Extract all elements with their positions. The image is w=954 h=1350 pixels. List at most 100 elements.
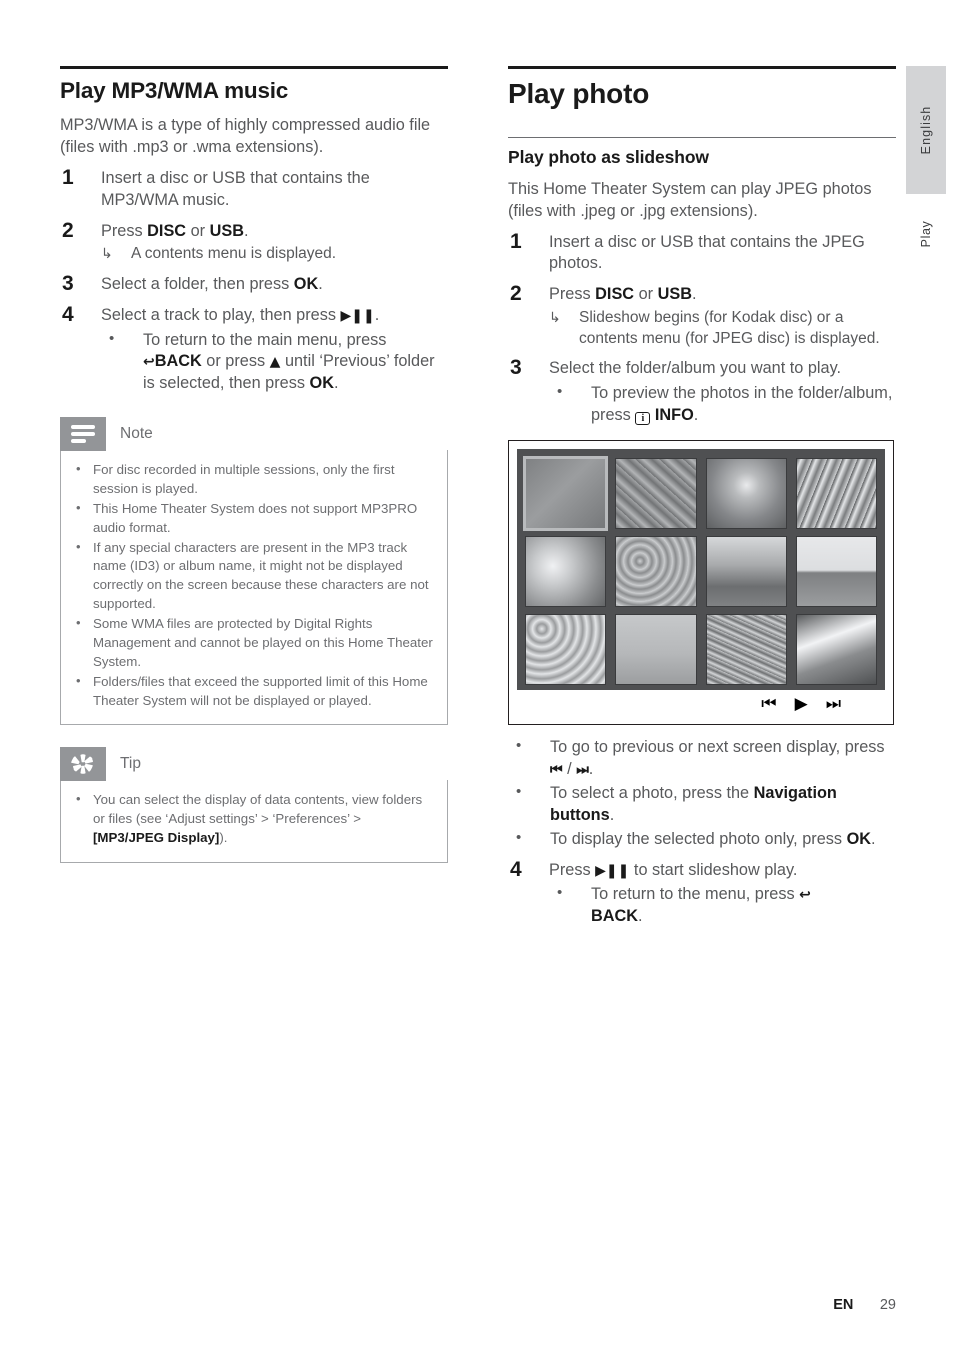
step-item: 2 Press DISC or USB. ↳ A contents menu i… [60,218,448,265]
left-steps-list: 1 Insert a disc or USB that contains the… [60,166,448,395]
thumbnail-item[interactable] [526,459,606,529]
footer-page-number: 29 [879,1297,896,1313]
sub-item: • To preview the photos in the folder/al… [557,382,893,425]
step-number: 4 [510,857,522,881]
key-label: DISC [147,221,187,240]
tip-icon-tab [60,747,106,782]
step-text: Press ▶❚❚ to start slideshow play. [549,860,798,879]
result-item: ↳ Slideshow begins (for Kodak disc) or a… [549,308,896,349]
result-item: ↳ A contents menu is displayed. [101,244,448,264]
asterisk-icon [71,754,93,775]
figure-notes-list: • To go to previous or next screen displ… [508,737,896,850]
key-label: OK [846,829,871,848]
bullet-icon: • [76,499,81,515]
previous-screen-button[interactable]: ⏮ [761,695,776,712]
bullet-icon: • [109,329,115,347]
step-item: 1 Insert a disc or USB that contains the… [508,229,896,276]
bullet-icon: • [76,672,81,688]
note-callout-header: Note [60,417,448,452]
back-arrow-icon: ↩ [799,887,811,904]
left-intro-paragraph: MP3/WMA is a type of highly compressed a… [60,116,431,157]
step-item: 4 Select a track to play, then press ▶❚❚… [60,302,448,395]
sub-item: • To return to the menu, press ↩ BACK. [557,884,811,926]
thumbnail-grid [526,459,876,685]
thumbnail-item[interactable] [796,459,876,529]
thumbnail-item[interactable] [526,537,606,607]
up-arrow-icon: ▲ [269,354,281,371]
right-column: Play photo Play photo as slideshow This … [508,66,896,928]
step-text: Select the folder/album you want to play… [549,358,842,377]
next-track-icon: ⏭ [576,762,589,779]
footer-language-code: EN [833,1297,854,1313]
thumbnail-item[interactable] [616,459,696,529]
section-tab: Play [906,194,946,274]
note-callout-body: • For disc recorded in multiple sessions,… [60,450,448,726]
next-screen-button[interactable]: ⏭ [826,695,841,712]
key-label: USB [209,221,244,240]
thumbnail-item[interactable] [526,615,606,685]
bullet-icon: • [557,884,563,902]
previous-track-icon: ⏮ [550,762,563,779]
bullet-icon: • [76,615,81,631]
bullet-icon: • [76,791,81,807]
left-column: Play MP3/WMA music MP3/WMA is a type of … [60,66,448,864]
tip-label: Tip [120,755,141,773]
step-sub-list: • To return to the menu, press ↩ BACK. [549,884,896,928]
tip-callout: Tip • You can select the display of data … [60,747,448,864]
section-tab-label: Play [919,220,933,248]
tip-callout-body: • You can select the display of data cont… [60,780,448,864]
language-tab: English [906,66,946,194]
note-icon-tab [60,417,106,452]
right-steps-list: 1 Insert a disc or USB that contains the… [508,229,896,427]
bullet-icon: • [516,737,522,755]
step-number: 2 [62,218,74,242]
tip-callout-header: Tip [60,747,448,782]
side-rail: English Play [906,66,946,274]
thumbnail-item[interactable] [616,537,696,607]
note-callout: Note • For disc recorded in multiple sess… [60,417,448,726]
page-title-left: Play MP3/WMA music [60,78,289,103]
thumbnail-item[interactable] [706,459,786,529]
sub-item: • To return to the main menu, press ↩BAC… [109,329,435,393]
note-item: • Folders/files that exceed the supported… [76,672,428,708]
thumbnail-item[interactable] [706,615,786,685]
step-item: 1 Insert a disc or USB that contains the… [60,166,448,212]
key-label: INFO [650,405,694,424]
step-result-list: ↳ Slideshow begins (for Kodak disc) or a… [549,308,896,349]
play-button[interactable]: ▶ [795,695,808,712]
thumbnail-item[interactable] [796,537,876,607]
bullet-icon: • [557,382,563,400]
right-title-rule [508,66,896,69]
note-item: • Some WMA files are protected by Digital… [76,615,433,669]
step-number: 3 [510,355,522,379]
figure-nav-bar: ⏮ ▶ ⏭ [517,690,885,716]
step-number: 1 [510,229,522,253]
note-item: • For disc recorded in multiple sessions,… [76,461,395,496]
step-result-list: ↳ A contents menu is displayed. [101,244,448,264]
left-title-rule [60,66,448,69]
language-tab-label: English [919,105,933,155]
tip-item: • You can select the display of data cont… [76,791,423,846]
step-number: 4 [62,302,74,326]
photo-grid-figure: ⏮ ▶ ⏭ [508,440,894,726]
step-item: 4 Press ▶❚❚ to start slideshow play. • T… [508,857,896,928]
back-arrow-icon: ↩ [143,354,155,371]
step-text: Insert a disc or USB that contains the M… [101,168,370,209]
sub-item: • To display the selected photo only, pr… [516,828,876,848]
thumbnail-item[interactable] [796,615,876,685]
step-text: Press DISC or USB. [101,221,249,240]
thumbnail-item[interactable] [616,615,696,685]
step-number: 3 [62,271,74,295]
step-text: Select a folder, then press OK. [101,274,323,293]
manual-page: Play MP3/WMA music MP3/WMA is a type of … [0,0,954,1350]
play-pause-icon: ▶❚❚ [340,307,375,324]
step-item: 2 Press DISC or USB. ↳ Slideshow begins … [508,282,896,349]
step-sub-list: • To return to the main menu, press ↩BAC… [101,330,448,395]
result-text: Slideshow begins (for Kodak disc) or a c… [579,309,880,347]
key-label: BACK [154,352,202,371]
info-icon: i [635,411,651,425]
thumbnail-item[interactable] [706,537,786,607]
step-item: 3 Select a folder, then press OK. [60,271,448,296]
bullet-icon: • [516,783,522,801]
note-items: • For disc recorded in multiple sessions,… [71,461,433,710]
